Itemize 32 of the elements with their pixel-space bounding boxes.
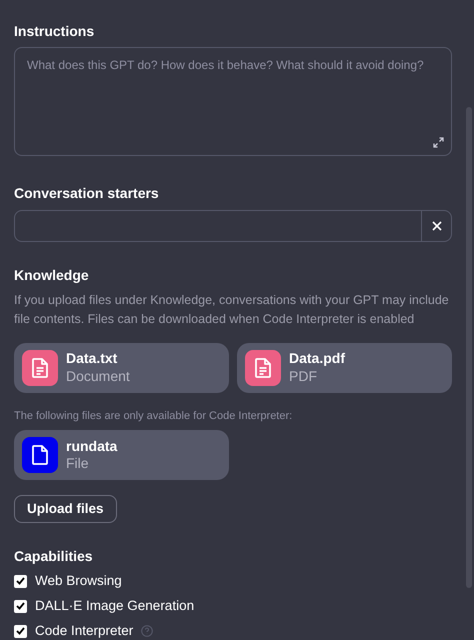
- check-icon: [16, 627, 25, 635]
- capability-label: Code Interpreter: [35, 622, 134, 640]
- checkbox[interactable]: [14, 624, 27, 638]
- file-icon: [31, 445, 49, 465]
- starter-field[interactable]: [14, 210, 452, 242]
- file-name: Data.txt: [66, 350, 118, 368]
- document-icon: [31, 358, 49, 378]
- interpreter-note: The following files are only available for Code Interpreter:: [14, 408, 294, 424]
- file-card[interactable]: rundata File: [14, 430, 229, 480]
- knowledge-description: If you upload files under Knowledge, conversations with your GPT may include file contents. Files can be downloaded when Code Interpreter is enabled: [14, 292, 450, 328]
- capability-label: DALL·E Image Generation: [35, 596, 194, 615]
- section-title: Capabilities: [14, 547, 94, 566]
- file-type: PDF: [289, 368, 318, 385]
- section-title: Conversation starters: [14, 184, 160, 204]
- document-icon: [254, 358, 272, 378]
- section-title: Knowledge: [14, 266, 90, 285]
- file-type: File: [66, 455, 90, 472]
- section-title: Instructions: [14, 22, 96, 41]
- checkbox[interactable]: [14, 600, 27, 612]
- file-card[interactable]: Data.pdf PDF: [237, 342, 452, 392]
- expand-icon[interactable]: [433, 137, 444, 148]
- file-type: Document: [66, 368, 130, 385]
- file-name: rundata: [66, 438, 118, 455]
- checkbox[interactable]: [14, 574, 27, 588]
- capability-label: Web Browsing: [35, 572, 122, 590]
- check-icon: [16, 577, 25, 585]
- close-icon: [432, 220, 442, 231]
- instructions-field[interactable]: What does this GPT do? How does it behave? What should it avoid doing?: [14, 47, 452, 156]
- file-card[interactable]: Data.txt Document: [14, 342, 229, 392]
- check-icon: [16, 602, 25, 610]
- upload-files-button[interactable]: Upload files: [14, 495, 117, 523]
- file-name: Data.pdf: [289, 350, 345, 368]
